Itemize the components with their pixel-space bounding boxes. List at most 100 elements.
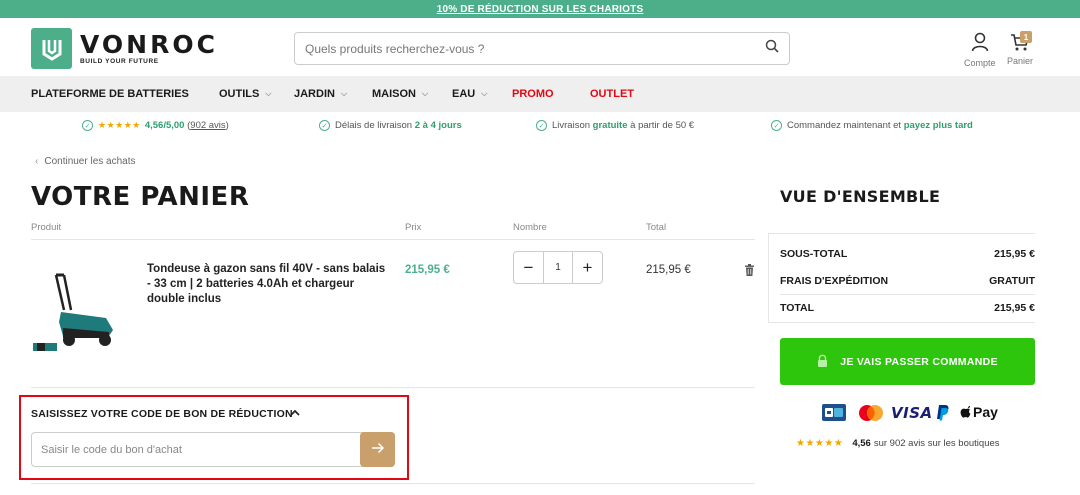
usp-delivery-text: Délais de livraison <box>335 120 413 131</box>
usp-delivery-days: 2 à 4 jours <box>414 120 462 131</box>
shipping-value: GRATUIT <box>989 275 1035 287</box>
apple-pay-icon: Pay <box>960 404 998 420</box>
check-circle-icon: ✓ <box>536 120 547 131</box>
nav-item-label: OUTLET <box>590 88 634 100</box>
logo-mark-icon <box>31 28 72 69</box>
nav-item-outils[interactable]: OUTILS ⌵ <box>219 76 271 112</box>
product-image[interactable] <box>31 270 121 360</box>
nav-item-label: PROMO <box>512 88 554 100</box>
main-nav: PLATEFORME DE BATTERIES OUTILS ⌵ JARDIN … <box>0 76 1080 112</box>
cb-card-icon <box>822 404 846 421</box>
check-circle-icon: ✓ <box>319 120 330 131</box>
promo-banner-text[interactable]: 10% DE RÉDUCTION SUR LES CHARIOTS <box>437 4 644 15</box>
nav-item-promo[interactable]: PROMO <box>512 76 554 112</box>
divider <box>780 294 1035 295</box>
logo-tagline: BUILD YOUR FUTURE <box>80 57 159 65</box>
nav-item-label: OUTILS <box>219 88 260 100</box>
shipping-row: FRAIS D'EXPÉDITION GRATUIT <box>780 275 1035 287</box>
increase-quantity-button[interactable]: + <box>573 252 602 283</box>
chevron-up-icon[interactable] <box>289 406 301 424</box>
usp-free-text-1: Livraison <box>552 120 591 131</box>
subtotal-row: SOUS-TOTAL 215,95 € <box>780 248 1035 260</box>
nav-item-maison[interactable]: MAISON ⌵ <box>372 76 428 112</box>
nav-item-label: PLATEFORME DE BATTERIES <box>31 88 189 100</box>
rating-score: 4,56/5,00 <box>144 120 185 131</box>
nav-item-eau[interactable]: EAU ⌵ <box>452 76 487 112</box>
usp-rating: ✓ ★★★★★ 4,56/5,00 (902 avis) <box>82 120 229 131</box>
vonroc-logo[interactable]: VONROC BUILD YOUR FUTURE <box>31 28 218 69</box>
nav-item-batteries[interactable]: PLATEFORME DE BATTERIES <box>31 76 189 112</box>
shop-rating-score: 4,56 <box>852 438 871 449</box>
divider <box>768 233 769 323</box>
subtotal-value: 215,95 € <box>994 248 1035 260</box>
promo-banner[interactable]: 10% DE RÉDUCTION SUR LES CHARIOTS <box>0 0 1080 18</box>
chevron-down-icon: ⌵ <box>422 89 429 98</box>
check-circle-icon: ✓ <box>82 120 93 131</box>
shop-rating: ★★★★★ 4,56 sur 902 avis sur les boutique… <box>796 438 1000 449</box>
nav-item-jardin[interactable]: JARDIN ⌵ <box>294 76 347 112</box>
chevron-down-icon: ⌵ <box>265 89 272 98</box>
usp-paylater-text: Commandez maintenant et <box>787 120 902 131</box>
coupon-field <box>31 432 395 467</box>
cart-label: Panier <box>1007 56 1034 66</box>
decrease-quantity-button[interactable]: − <box>514 252 543 283</box>
quantity-value[interactable]: 1 <box>543 252 573 283</box>
search-input[interactable] <box>305 41 765 56</box>
nav-item-outlet[interactable]: OUTLET <box>590 76 634 112</box>
checkout-label: JE VAIS PASSER COMMANDE <box>840 355 998 368</box>
divider <box>31 387 755 388</box>
logo-name: VONROC <box>80 29 218 59</box>
search-bar <box>294 32 790 65</box>
divider <box>31 483 755 484</box>
product-name[interactable]: Tondeuse à gazon sans fil 40V - sans bal… <box>147 262 392 307</box>
chevron-down-icon: ⌵ <box>340 89 348 98</box>
overview-title: VUE D'ENSEMBLE <box>780 187 941 206</box>
apply-coupon-button[interactable] <box>360 432 395 467</box>
column-header-product: Produit <box>31 222 62 233</box>
mastercard-icon <box>857 404 885 422</box>
usp-free-shipping: ✓ Livraison gratuite à partir de 50 € <box>536 120 694 131</box>
column-header-price: Prix <box>405 222 422 233</box>
quantity-stepper: − 1 + <box>513 251 603 284</box>
product-price: 215,95 € <box>405 264 450 276</box>
search-icon[interactable] <box>765 39 779 58</box>
divider <box>768 233 1035 234</box>
coupon-input[interactable] <box>41 443 351 456</box>
visa-icon: VISA <box>891 404 933 422</box>
arrow-right-icon <box>371 441 385 459</box>
line-total: 215,95 € <box>646 264 691 276</box>
continue-label: Continuer les achats <box>44 156 136 167</box>
user-icon <box>971 32 989 54</box>
usp-paylater-bold: payez plus tard <box>903 120 973 131</box>
site-header: VONROC BUILD YOUR FUTURE Compte 1 Panier <box>0 18 1080 76</box>
chevron-left-icon: ‹ <box>35 156 39 167</box>
column-header-quantity: Nombre <box>513 222 547 233</box>
chevron-down-icon: ⌵ <box>481 89 488 98</box>
nav-item-label: MAISON <box>372 88 416 100</box>
coupon-title[interactable]: SAISISSEZ VOTRE CODE DE BON DE RÉDUCTION <box>31 408 293 420</box>
check-circle-icon: ✓ <box>771 120 782 131</box>
checkout-button[interactable]: JE VAIS PASSER COMMANDE <box>780 338 1035 385</box>
continue-shopping-link[interactable]: ‹ Continuer les achats <box>35 156 136 167</box>
total-row: TOTAL 215,95 € <box>780 302 1035 314</box>
subtotal-label: SOUS-TOTAL <box>780 248 848 260</box>
divider <box>768 322 1035 323</box>
total-value: 215,95 € <box>994 302 1035 314</box>
total-label: TOTAL <box>780 302 815 314</box>
trash-icon[interactable] <box>744 263 755 281</box>
usp-free-text-2: à partir de 50 € <box>630 120 695 131</box>
paypal-icon <box>936 404 950 421</box>
cart-button[interactable]: 1 Panier <box>1007 31 1034 66</box>
reviews-link[interactable]: 902 avis <box>190 120 225 131</box>
divider <box>31 239 755 240</box>
usp-pay-later: ✓ Commandez maintenant et payez plus tar… <box>771 120 973 131</box>
rating-stars-icon: ★★★★★ <box>98 120 141 130</box>
rating-stars-icon: ★★★★★ <box>796 438 844 449</box>
page-title: VOTRE PANIER <box>31 182 250 212</box>
shipping-label: FRAIS D'EXPÉDITION <box>780 275 889 287</box>
usp-free-bold: gratuite <box>592 120 628 131</box>
nav-item-label: JARDIN <box>294 88 335 100</box>
cart-count-badge: 1 <box>1020 31 1032 43</box>
account-button[interactable]: Compte <box>964 32 996 68</box>
nav-item-label: EAU <box>452 88 476 100</box>
